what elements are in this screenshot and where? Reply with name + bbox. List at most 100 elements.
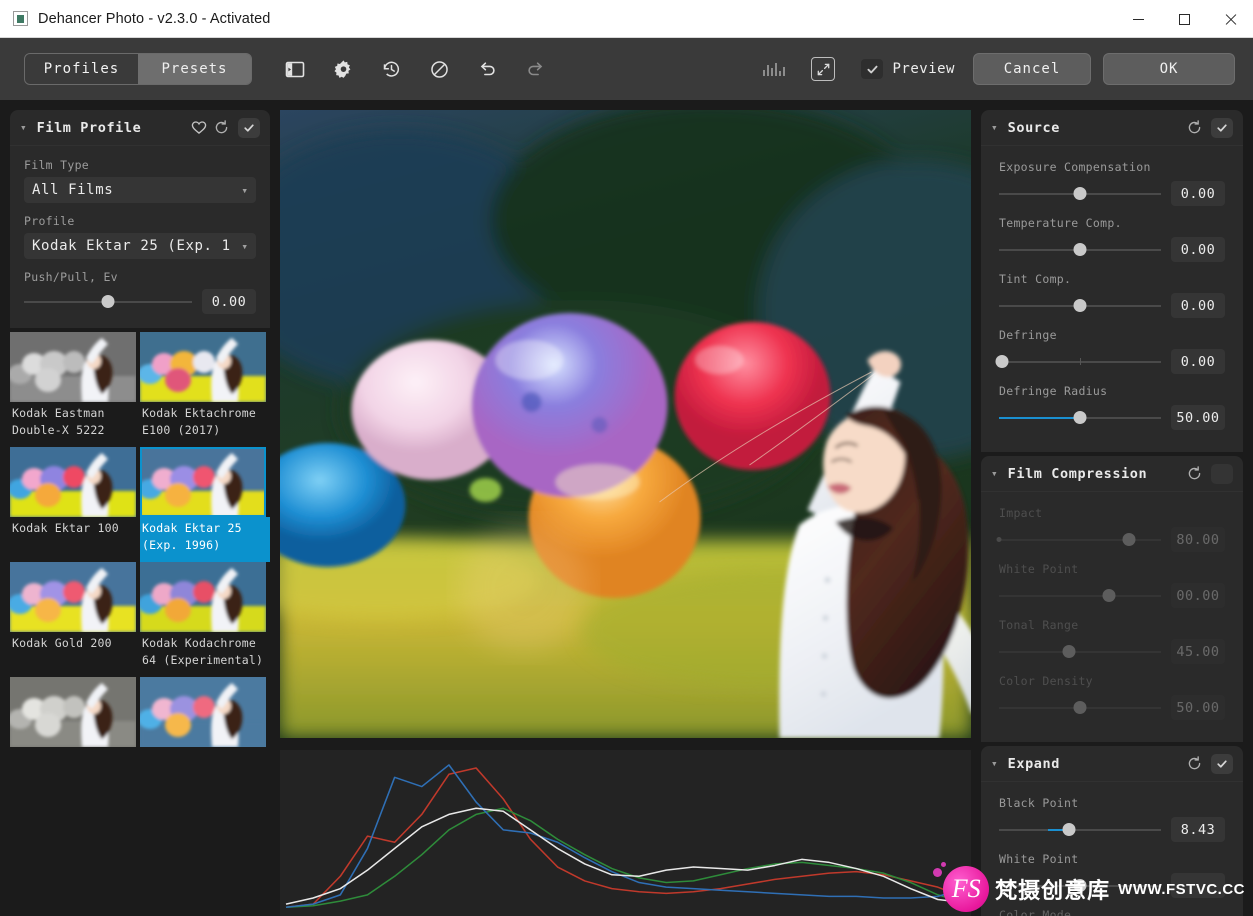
toolbar-right-group: Preview Cancel OK <box>763 38 1235 100</box>
param-row: White Point 00.00 <box>999 562 1225 608</box>
param-label: Color Density <box>999 674 1093 688</box>
film-profile-item[interactable]: Kodak Ektar 100 <box>10 447 140 562</box>
param-slider[interactable] <box>999 821 1161 839</box>
section-title: Source <box>1007 119 1060 136</box>
param-slider-row: 8.43 <box>999 817 1225 842</box>
param-value[interactable]: 50.00 <box>1171 405 1225 430</box>
push-pull-value[interactable]: 0.00 <box>202 289 256 314</box>
chevron-down-icon[interactable]: ▾ <box>991 121 998 134</box>
section-source: ▾ Source Exposure Compensation 0.00 Temperat… <box>981 110 1243 452</box>
param-row: Black Point 8.43 <box>999 796 1225 842</box>
param-value[interactable]: 0.00 <box>1171 349 1225 374</box>
history-icon[interactable] <box>376 54 406 84</box>
param-slider[interactable] <box>999 297 1161 315</box>
film-profile-title: Film Profile <box>36 119 142 136</box>
param-slider[interactable] <box>999 877 1161 895</box>
param-slider-row: 0.00 <box>995 349 1225 374</box>
profile-label: Profile <box>24 214 75 228</box>
chevron-down-icon[interactable]: ▾ <box>20 121 27 134</box>
reset-icon[interactable] <box>1183 463 1205 485</box>
panel-toggle-icon[interactable] <box>280 54 310 84</box>
profile-select[interactable]: Kodak Ektar 25 (Exp. 1 ▾ <box>24 233 256 259</box>
ok-button[interactable]: OK <box>1103 53 1235 85</box>
chevron-down-icon[interactable]: ▾ <box>991 757 998 770</box>
film-profile-item-label: Kodak Gold 200 <box>12 636 112 650</box>
film-type-label: Film Type <box>24 158 90 172</box>
param-value[interactable]: 0.00 <box>1171 293 1225 318</box>
film-profile-item-label <box>10 747 140 775</box>
film-profile-card: ▾ Film Profile Film Type All Films ▾ Pro… <box>10 110 270 328</box>
param-slider-row: 0.00 <box>999 181 1225 206</box>
param-value[interactable]: 0.00 <box>1171 181 1225 206</box>
section-enable-toggle[interactable] <box>1211 753 1233 774</box>
preview-label: Preview <box>892 61 955 77</box>
param-slider-row <box>999 873 1225 898</box>
param-slider-row: 50.00 <box>999 405 1225 430</box>
histogram-panel[interactable] <box>280 750 971 916</box>
param-slider[interactable] <box>999 699 1161 717</box>
param-row: Tonal Range 45.00 <box>999 618 1225 664</box>
film-profile-item[interactable] <box>10 677 140 775</box>
param-value[interactable]: 00.00 <box>1171 583 1225 608</box>
minimize-button[interactable] <box>1115 0 1161 38</box>
film-profile-item[interactable]: Kodak Kodachrome 64 (Experimental) <box>140 562 270 677</box>
param-value[interactable]: 50.00 <box>1171 695 1225 720</box>
param-value[interactable]: 45.00 <box>1171 639 1225 664</box>
window-title: Dehancer Photo - v2.3.0 - Activated <box>38 10 271 27</box>
param-value[interactable] <box>1171 873 1225 898</box>
film-profile-item[interactable] <box>140 677 270 775</box>
reset-icon[interactable] <box>1183 117 1205 139</box>
film-profile-item[interactable]: Kodak Ektar 25 (Exp. 1996) <box>140 447 270 562</box>
param-slider[interactable] <box>999 241 1161 259</box>
param-slider[interactable] <box>999 643 1161 661</box>
film-type-select[interactable]: All Films ▾ <box>24 177 256 203</box>
expand-icon[interactable] <box>811 57 836 81</box>
param-label: Impact <box>999 506 1043 520</box>
film-profile-item-label: Kodak Eastman Double-X 5222 <box>12 406 105 437</box>
param-slider[interactable] <box>996 531 1161 549</box>
param-slider[interactable] <box>999 409 1161 427</box>
chevron-down-icon: ▾ <box>241 239 248 253</box>
param-value[interactable]: 80.00 <box>1171 527 1225 552</box>
reset-icon[interactable] <box>1183 753 1205 775</box>
push-pull-slider[interactable] <box>24 293 192 311</box>
param-slider[interactable] <box>999 185 1161 203</box>
undo-icon[interactable] <box>472 54 502 84</box>
close-button[interactable] <box>1207 0 1253 38</box>
film-profile-item[interactable]: Kodak Gold 200 <box>10 562 140 677</box>
tab-profiles[interactable]: Profiles <box>25 54 138 84</box>
section-title: Expand <box>1007 755 1060 772</box>
film-profile-item-label <box>140 747 270 775</box>
param-value[interactable]: 8.43 <box>1171 817 1225 842</box>
param-label-partial: Color Mode <box>999 908 1072 916</box>
section-header: ▾ Film Compression <box>981 456 1243 492</box>
param-row: Temperature Comp. 0.00 <box>999 216 1225 262</box>
chevron-down-icon[interactable]: ▾ <box>991 467 998 480</box>
section-enable-toggle[interactable] <box>1211 117 1233 138</box>
disable-icon[interactable] <box>424 54 454 84</box>
tab-presets[interactable]: Presets <box>138 54 251 84</box>
cancel-button[interactable]: Cancel <box>973 53 1091 85</box>
settings-gear-icon[interactable] <box>328 54 358 84</box>
param-slider-row: 00.00 <box>999 583 1225 608</box>
param-slider[interactable] <box>999 587 1161 605</box>
reset-icon[interactable] <box>210 117 232 139</box>
heart-icon[interactable] <box>188 117 210 139</box>
param-row: White Point <box>999 852 1225 898</box>
param-value[interactable]: 0.00 <box>1171 237 1225 262</box>
section-body: Exposure Compensation 0.00 Temperature Com… <box>981 146 1243 452</box>
film-profile-item[interactable]: Kodak Ektachrome E100 (2017) <box>140 332 270 447</box>
film-profile-enable-toggle[interactable] <box>238 117 260 138</box>
section-enable-toggle[interactable] <box>1211 463 1233 484</box>
maximize-button[interactable] <box>1161 0 1207 38</box>
param-slider[interactable] <box>995 353 1161 371</box>
param-row: Impact 80.00 <box>996 506 1225 552</box>
preview-checkbox[interactable] <box>861 59 884 79</box>
film-profile-item[interactable]: Kodak Eastman Double-X 5222 <box>10 332 140 447</box>
left-panel: ▾ Film Profile Film Type All Films ▾ Pro… <box>10 110 270 916</box>
histogram-icon[interactable] <box>763 62 786 76</box>
preview-image[interactable] <box>280 110 971 738</box>
param-row: Exposure Compensation 0.00 <box>999 160 1225 206</box>
section-title: Film Compression <box>1007 465 1148 482</box>
section-expand: ▾ Expand Black Point 8.43 White Point Color M… <box>981 746 1243 916</box>
